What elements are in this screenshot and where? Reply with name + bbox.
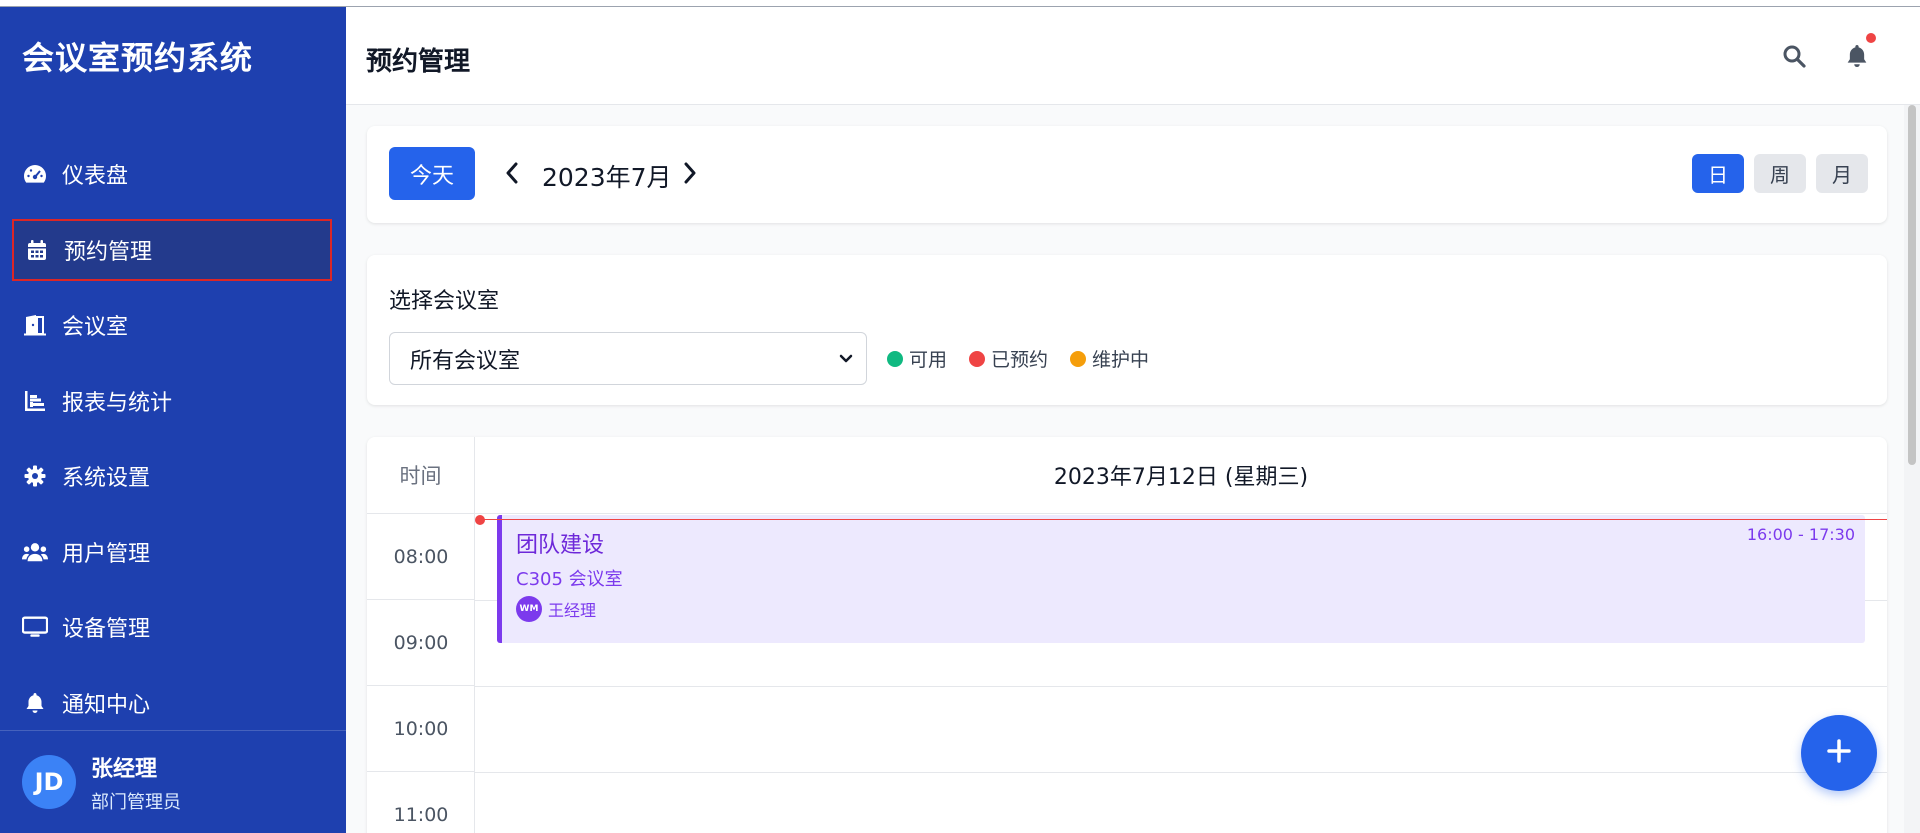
avatar: JD xyxy=(22,755,76,809)
time-slot: 09:00 xyxy=(367,600,475,686)
event-title: 团队建设 xyxy=(516,533,605,558)
gear-icon xyxy=(22,463,48,489)
bell-icon xyxy=(22,690,48,716)
sidebar-item-label: 报表与统计 xyxy=(62,390,173,416)
room-select-label: 选择会议室 xyxy=(389,289,500,314)
prev-month-chevron-icon[interactable] xyxy=(497,158,527,188)
legend-maintenance: 维护中 xyxy=(1070,345,1149,372)
event-time: 16:00 - 17:30 xyxy=(1746,525,1855,544)
room-select-value: 所有会议室 xyxy=(410,348,521,374)
app-title: 会议室预约系统 xyxy=(22,39,254,77)
sidebar-item-devices[interactable]: 设备管理 xyxy=(0,596,346,658)
time-column-header: 时间 xyxy=(367,437,475,514)
sidebar-item-label: 会议室 xyxy=(62,315,129,340)
users-icon xyxy=(22,539,48,565)
page-scrollbar[interactable] xyxy=(1904,105,1920,833)
chevron-down-icon xyxy=(836,349,856,369)
legend-booked: 已预约 xyxy=(969,345,1048,372)
legend-label: 已预约 xyxy=(991,349,1049,371)
event-room: C305 会议室 xyxy=(516,569,623,590)
scrollbar-thumb[interactable] xyxy=(1908,105,1916,465)
sidebar-item-label: 仪表盘 xyxy=(62,164,129,189)
dashboard-icon xyxy=(22,161,48,187)
time-column: 08:00 09:00 10:00 11:00 xyxy=(367,514,475,833)
sidebar-item-settings[interactable]: 系统设置 xyxy=(0,445,346,507)
user-info: 张经理 部门管理员 xyxy=(91,751,181,814)
sidebar: 会议室预约系统 仪表盘 预约管理 会议室 报表与统计 系统设置 用户管理 设备管… xyxy=(0,7,346,833)
event-organizer: WM 王经理 xyxy=(516,596,596,622)
status-dot xyxy=(969,350,986,367)
hour-gridline xyxy=(475,686,1887,687)
legend-label: 可用 xyxy=(909,349,948,371)
time-slot: 08:00 xyxy=(367,514,475,600)
calendar-event[interactable]: 团队建设 16:00 - 17:30 C305 会议室 WM 王经理 xyxy=(497,515,1865,643)
view-day-button[interactable]: 日 xyxy=(1692,154,1744,193)
hour-gridline xyxy=(475,772,1887,773)
current-month: 2023年7月 xyxy=(542,163,672,192)
notification-badge xyxy=(1866,33,1876,43)
day-column-header: 2023年7月12日 (星期三) xyxy=(475,437,1887,514)
sidebar-item-users[interactable]: 用户管理 xyxy=(0,521,346,583)
sidebar-item-notifications[interactable]: 通知中心 xyxy=(0,672,346,734)
app-root: 会议室预约系统 仪表盘 预约管理 会议室 报表与统计 系统设置 用户管理 设备管… xyxy=(0,0,1920,833)
user-role: 部门管理员 xyxy=(91,791,181,813)
notification-bell-icon[interactable] xyxy=(1842,33,1876,71)
view-month-button[interactable]: 月 xyxy=(1816,154,1868,193)
current-time-line xyxy=(481,519,1887,520)
status-dot xyxy=(1070,350,1087,367)
status-dot xyxy=(887,350,903,367)
sidebar-item-label: 预约管理 xyxy=(64,239,153,265)
door-icon xyxy=(22,312,48,338)
page-title: 预约管理 xyxy=(366,47,471,77)
add-reservation-button[interactable] xyxy=(1801,715,1877,791)
view-week-button[interactable]: 周 xyxy=(1754,154,1806,193)
time-slot: 10:00 xyxy=(367,686,475,772)
search-icon[interactable] xyxy=(1779,41,1809,71)
legend-available: 可用 xyxy=(887,345,947,372)
today-button[interactable]: 今天 xyxy=(389,147,475,200)
current-time-dot xyxy=(475,515,485,525)
room-select[interactable]: 所有会议室 xyxy=(389,332,867,385)
plus-icon xyxy=(1826,738,1852,768)
sidebar-nav: 仪表盘 预约管理 会议室 报表与统计 系统设置 用户管理 设备管理 通知中心 xyxy=(0,143,346,747)
sidebar-item-reservations[interactable]: 预约管理 xyxy=(12,218,332,281)
sidebar-item-label: 通知中心 xyxy=(62,692,151,718)
monitor-icon xyxy=(22,614,48,640)
next-month-chevron-icon[interactable] xyxy=(675,158,705,188)
legend-label: 维护中 xyxy=(1092,349,1150,371)
time-slot: 11:00 xyxy=(367,772,475,833)
sidebar-item-label: 用户管理 xyxy=(62,541,151,567)
sidebar-item-dashboard[interactable]: 仪表盘 xyxy=(0,143,346,205)
calendar-icon xyxy=(24,237,50,263)
day-calendar: 时间 2023年7月12日 (星期三) 08:00 09:00 10:00 11… xyxy=(367,437,1887,833)
room-filter: 选择会议室 所有会议室 可用 已预约 维护中 xyxy=(367,255,1887,405)
top-header: 预约管理 xyxy=(346,7,1920,105)
organizer-name: 王经理 xyxy=(548,601,597,620)
status-legend: 可用 已预约 维护中 xyxy=(887,345,1171,372)
sidebar-item-label: 设备管理 xyxy=(62,617,151,642)
calendar-toolbar: 今天 2023年7月 日 周 月 xyxy=(367,126,1887,223)
user-name: 张经理 xyxy=(91,756,158,782)
chart-icon xyxy=(22,388,48,414)
organizer-avatar: WM xyxy=(516,596,542,622)
window-top-edge xyxy=(0,0,1920,7)
user-profile[interactable]: JD 张经理 部门管理员 xyxy=(0,730,346,833)
sidebar-item-rooms[interactable]: 会议室 xyxy=(0,294,346,356)
sidebar-item-label: 系统设置 xyxy=(62,466,151,491)
sidebar-item-reports[interactable]: 报表与统计 xyxy=(0,370,346,432)
